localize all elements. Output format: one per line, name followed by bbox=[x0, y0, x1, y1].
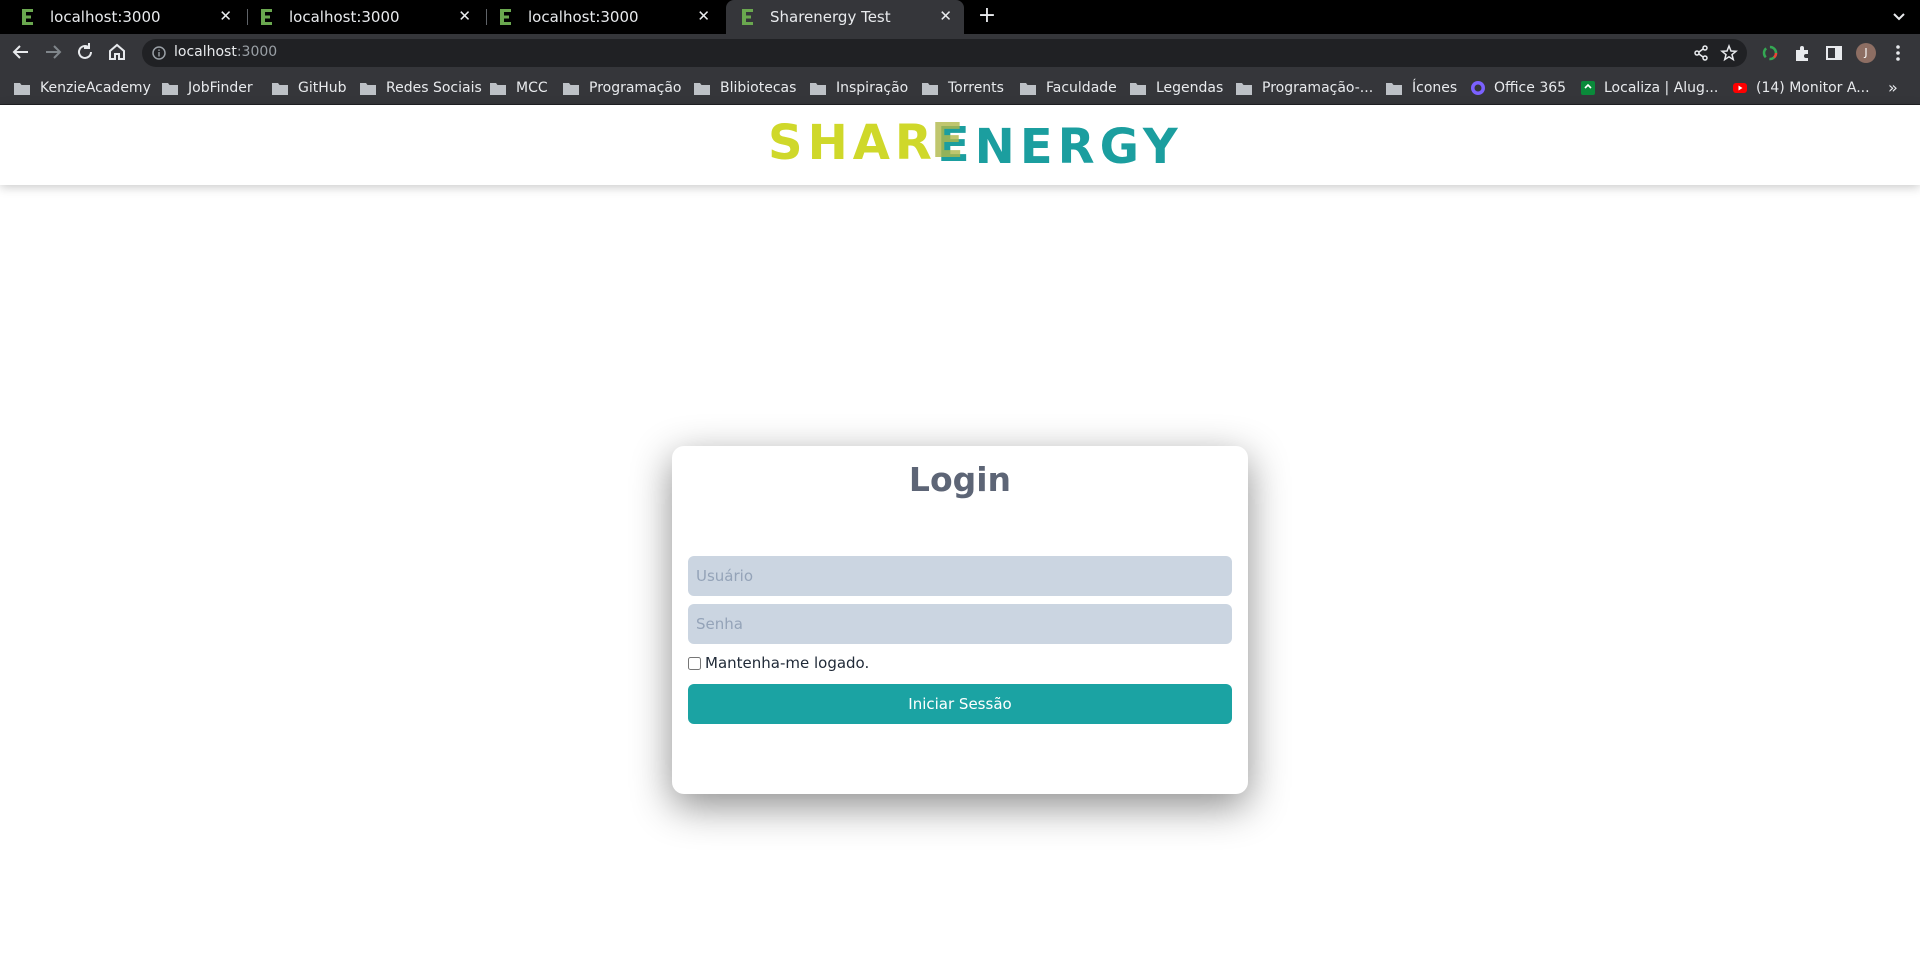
info-icon[interactable] bbox=[152, 46, 166, 60]
back-arrow-icon[interactable] bbox=[10, 41, 32, 63]
tab-title: localhost:3000 bbox=[528, 8, 639, 26]
tab-title: localhost:3000 bbox=[289, 8, 400, 26]
login-submit-button[interactable]: Iniciar Sessão bbox=[688, 684, 1232, 724]
bookmark-item[interactable]: Programação-... bbox=[1236, 71, 1373, 105]
folder-icon bbox=[1130, 82, 1146, 95]
forward-arrow-icon[interactable] bbox=[42, 41, 64, 63]
close-icon[interactable]: ✕ bbox=[219, 7, 232, 25]
folder-icon bbox=[360, 82, 376, 95]
address-bar[interactable]: localhost:3000 bbox=[142, 39, 1747, 67]
sharenergy-favicon-icon bbox=[500, 9, 511, 25]
youtube-icon bbox=[1733, 83, 1747, 93]
tab-strip: localhost:3000 ✕ localhost:3000 ✕ localh… bbox=[0, 0, 1920, 34]
folder-icon bbox=[563, 82, 579, 95]
folder-icon bbox=[1020, 82, 1036, 95]
bookmark-item[interactable]: Programação bbox=[563, 71, 682, 105]
close-icon[interactable]: ✕ bbox=[939, 7, 952, 25]
bookmark-item[interactable]: Legendas bbox=[1130, 71, 1223, 105]
folder-icon bbox=[1386, 82, 1402, 95]
password-input[interactable] bbox=[688, 604, 1232, 644]
extension-colorful-icon[interactable] bbox=[1760, 43, 1780, 63]
sharenergy-favicon-icon bbox=[22, 9, 33, 25]
logo-text-nergy: NERGY bbox=[974, 119, 1183, 175]
reload-icon[interactable] bbox=[74, 41, 96, 63]
browser-tab-3[interactable]: localhost:3000 ✕ bbox=[484, 0, 722, 34]
bookmark-item[interactable]: JobFinder bbox=[162, 71, 253, 105]
profile-avatar[interactable]: J bbox=[1856, 43, 1876, 63]
sharenergy-favicon-icon bbox=[261, 9, 272, 25]
folder-icon bbox=[272, 82, 288, 95]
bookmark-item[interactable]: GitHub bbox=[272, 71, 347, 105]
bookmark-item[interactable]: Office 365 bbox=[1470, 71, 1566, 105]
home-icon[interactable] bbox=[106, 41, 128, 63]
login-card: Login Mantenha-me logado. Iniciar Sessão bbox=[672, 446, 1248, 794]
bookmark-item[interactable]: Redes Sociais bbox=[360, 71, 482, 105]
bookmark-item[interactable]: KenzieAcademy bbox=[14, 71, 151, 105]
browser-tab-2[interactable]: localhost:3000 ✕ bbox=[245, 0, 483, 34]
browser-toolbar: localhost:3000 bbox=[0, 34, 1920, 71]
folder-icon bbox=[14, 82, 30, 95]
sharenergy-favicon-icon bbox=[742, 9, 753, 25]
bookmark-item[interactable]: Blibiotecas bbox=[694, 71, 796, 105]
remember-me[interactable]: Mantenha-me logado. bbox=[688, 654, 869, 672]
bookmark-item[interactable]: Torrents bbox=[922, 71, 1004, 105]
extensions-puzzle-icon[interactable] bbox=[1792, 43, 1812, 63]
bookmark-star-icon[interactable] bbox=[1720, 44, 1738, 62]
office-icon bbox=[1471, 81, 1485, 95]
close-icon[interactable]: ✕ bbox=[697, 7, 710, 25]
tab-title: Sharenergy Test bbox=[770, 8, 891, 26]
folder-icon bbox=[1236, 82, 1252, 95]
folder-icon bbox=[490, 82, 506, 95]
share-icon[interactable] bbox=[1692, 44, 1710, 62]
logo-text-share: SHAR bbox=[768, 115, 937, 171]
sharenergy-logo: SHAR E ENERGY bbox=[768, 113, 1183, 175]
bookmark-item[interactable]: MCC bbox=[490, 71, 548, 105]
bookmark-item[interactable]: Faculdade bbox=[1020, 71, 1117, 105]
bookmark-item[interactable]: Inspiração bbox=[810, 71, 908, 105]
localiza-icon bbox=[1581, 81, 1595, 95]
browser-tab-active[interactable]: Sharenergy Test ✕ bbox=[726, 0, 964, 34]
login-title: Login bbox=[908, 460, 1012, 499]
folder-icon bbox=[810, 82, 826, 95]
folder-icon bbox=[922, 82, 938, 95]
bookmark-item[interactable]: Ícones bbox=[1386, 71, 1457, 105]
folder-icon bbox=[694, 82, 710, 95]
new-tab-button[interactable]: + bbox=[975, 4, 999, 28]
logo-letter-e: EE bbox=[930, 113, 975, 173]
remember-me-checkbox[interactable] bbox=[688, 656, 701, 670]
tab-search-chevron-icon[interactable] bbox=[1888, 6, 1910, 28]
folder-icon bbox=[162, 82, 178, 95]
close-icon[interactable]: ✕ bbox=[458, 7, 471, 25]
address-url: localhost:3000 bbox=[174, 44, 278, 60]
bookmarks-overflow-icon[interactable]: » bbox=[1888, 78, 1898, 97]
app-header: SHAR E ENERGY bbox=[0, 105, 1920, 185]
bookmarks-bar: KenzieAcademy JobFinder GitHub Redes Soc… bbox=[0, 71, 1920, 105]
side-panel-icon[interactable] bbox=[1824, 43, 1844, 63]
browser-tab-1[interactable]: localhost:3000 ✕ bbox=[6, 0, 244, 34]
kebab-menu-icon[interactable] bbox=[1888, 43, 1908, 63]
bookmark-item[interactable]: Localiza | Alug... bbox=[1580, 71, 1718, 105]
tab-title: localhost:3000 bbox=[50, 8, 161, 26]
remember-me-label: Mantenha-me logado. bbox=[705, 654, 870, 672]
bookmark-item[interactable]: (14) Monitor A... bbox=[1732, 71, 1870, 105]
username-input[interactable] bbox=[688, 556, 1232, 596]
